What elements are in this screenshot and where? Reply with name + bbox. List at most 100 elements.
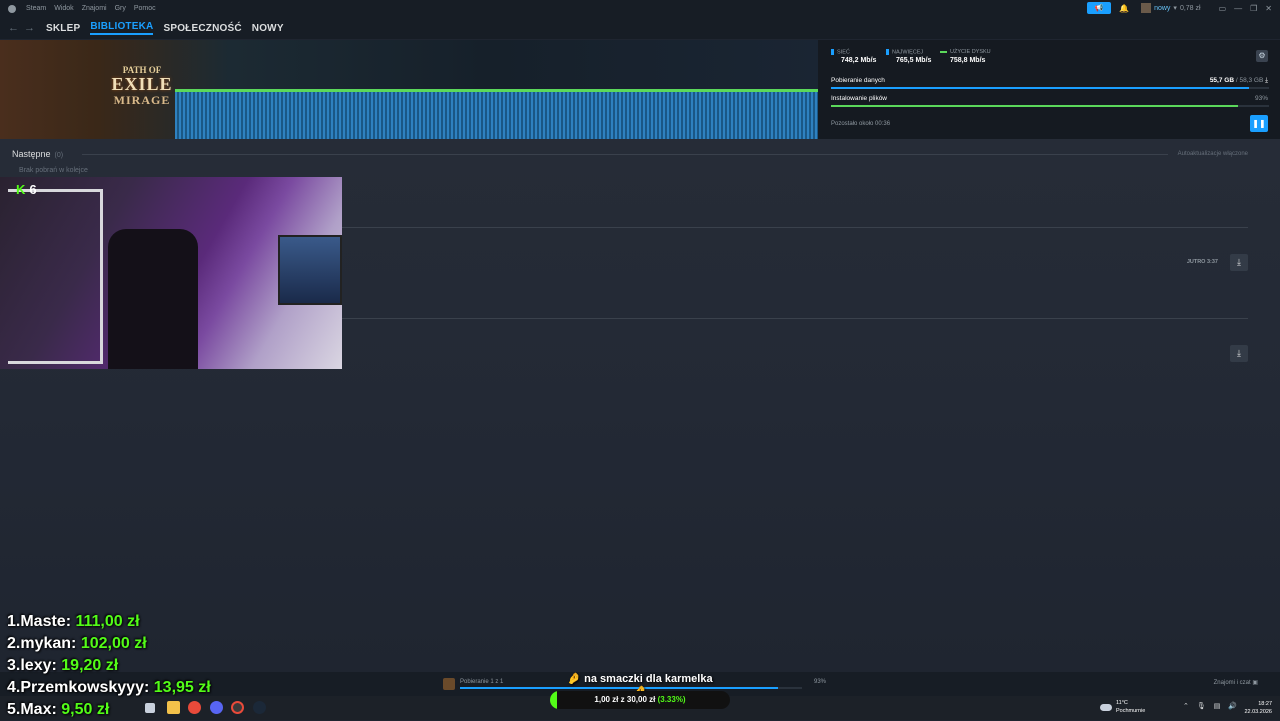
- download-icon: ⤓: [1237, 348, 1241, 358]
- leaderboard-amount: 111,00 zł: [75, 613, 140, 630]
- leaderboard-rank: 5.: [7, 701, 21, 718]
- download-now-button[interactable]: ⤓: [1230, 345, 1248, 362]
- announcements-button[interactable]: 📢: [1087, 2, 1112, 14]
- donation-current: 1,00 zł: [594, 695, 619, 704]
- weather-text: 11°C Pochmurnie: [1116, 699, 1145, 715]
- donation-sep: z: [620, 695, 625, 704]
- download-data-total: / 58,3 GB: [1235, 77, 1264, 84]
- back-arrow-icon[interactable]: ←: [8, 22, 20, 34]
- game-logo-line3: MIRAGE: [113, 92, 171, 107]
- network-swatch: [831, 49, 834, 55]
- leaderboard-rank: 2.: [7, 635, 21, 652]
- leaderboard-name: Max:: [20, 701, 57, 718]
- download-icon: ⤓: [1237, 257, 1241, 267]
- minimize-icon[interactable]: —: [1234, 4, 1242, 13]
- up-next-count: (0): [54, 152, 64, 159]
- clock-time: 18:27: [1258, 701, 1272, 707]
- auto-update-status[interactable]: Autoaktualizacje włączone: [1178, 151, 1248, 157]
- microphone-icon[interactable]: 🎙: [1197, 702, 1206, 710]
- network-icon[interactable]: ▤: [1214, 702, 1221, 710]
- nav-library[interactable]: BIBLIOTEKA: [90, 21, 154, 35]
- download-now-button[interactable]: ⤓: [1230, 254, 1248, 271]
- leaderboard-amount: 19,20 zł: [61, 657, 119, 674]
- download-data-label: Pobieranie danych: [831, 77, 885, 84]
- leaderboard-amount: 102,00 zł: [80, 635, 147, 652]
- account-menu[interactable]: nowy ▾ 0,78 zł: [1141, 3, 1201, 13]
- stat-network: SIEĆ 748,2 Mb/s: [831, 49, 876, 64]
- peak-swatch: [886, 49, 889, 55]
- leaderboard-row: 5.Max: 9,50 zł: [7, 699, 211, 721]
- big-picture-icon[interactable]: ▭: [1219, 4, 1227, 13]
- game-thumbnail[interactable]: [443, 678, 455, 690]
- install-label: Instalowanie plików: [831, 95, 888, 102]
- download-banner: PATH OF EXILE MIRAGE: [0, 40, 818, 139]
- donation-goal-bar: 1,00 zł z 30,00 zł (3.33%): [550, 691, 730, 709]
- leaderboard-name: mykan:: [20, 635, 77, 652]
- up-next-heading: Następne (0): [12, 149, 63, 159]
- system-tray: ⌃ 🎙 ▤ 🔊: [1183, 702, 1237, 710]
- download-data-current: 55,7 GB: [1209, 77, 1235, 84]
- stat-disk: UŻYCIE DYSKU 758,8 Mb/s: [940, 49, 991, 64]
- notifications-bell-icon[interactable]: 🔔: [1119, 4, 1129, 13]
- obs-icon[interactable]: [231, 701, 244, 714]
- menu-bar: Steam Widok Znajomi Gry Pomoc: [0, 0, 156, 17]
- download-icon: ⤓: [1265, 77, 1268, 84]
- bandwidth-graph: [175, 90, 818, 139]
- window-controls: 📢 🔔 nowy ▾ 0,78 zł ▭ — ❐ ✕: [1087, 2, 1272, 14]
- stat-network-value: 748,2 Mb/s: [841, 57, 877, 65]
- webcam-shelf: [8, 189, 103, 364]
- wallet-balance: 0,78 zł: [1179, 4, 1201, 12]
- avatar: [1141, 3, 1152, 13]
- kick-viewer-badge: K6: [16, 182, 37, 197]
- nav-store[interactable]: SKLEP: [46, 23, 80, 34]
- weather-temp: 11°C: [1116, 700, 1128, 706]
- forward-arrow-icon[interactable]: →: [24, 22, 36, 34]
- disk-usage-line: [175, 89, 818, 92]
- bottom-download-label[interactable]: Pobieranie 1 z 1: [460, 679, 503, 685]
- close-icon[interactable]: ✕: [1265, 4, 1272, 13]
- weather-widget[interactable]: 11°C Pochmurnie: [1100, 699, 1145, 715]
- webcam-monitor: [278, 235, 342, 305]
- leaderboard-amount: 9,50 zł: [61, 701, 110, 718]
- maximize-icon[interactable]: ❐: [1250, 4, 1257, 13]
- webcam-overlay: K6: [0, 177, 342, 369]
- chevron-up-icon[interactable]: ⌃: [1183, 702, 1189, 710]
- install-pct: 93%: [1254, 95, 1268, 102]
- game-logo[interactable]: PATH OF EXILE MIRAGE: [100, 56, 184, 116]
- donation-goal-text: 1,00 zł z 30,00 zł (3.33%): [550, 691, 730, 709]
- remaining-time: Pozostało około 00:36: [831, 121, 891, 127]
- menu-steam[interactable]: Steam: [26, 5, 46, 12]
- stat-peak: NAJWIĘCEJ 765,5 Mb/s: [886, 49, 931, 64]
- up-next-title: Następne: [12, 149, 51, 159]
- speaker-icon[interactable]: 🔊: [1228, 702, 1237, 710]
- cloud-icon: [1100, 703, 1112, 711]
- leaderboard-rank: 4.: [7, 679, 21, 696]
- discord-icon[interactable]: [210, 701, 223, 714]
- menu-games[interactable]: Gry: [115, 5, 126, 12]
- friends-chat-button[interactable]: Znajomi i czat ▣: [1214, 679, 1258, 686]
- viewer-count: 6: [29, 182, 37, 197]
- steam-taskbar-icon[interactable]: [253, 701, 266, 714]
- nav-community[interactable]: SPOŁECZNOŚĆ: [163, 23, 241, 34]
- row-divider: [342, 318, 1248, 319]
- nav-profile[interactable]: NOWY: [252, 23, 284, 34]
- menu-help[interactable]: Pomoc: [134, 5, 156, 12]
- donation-leaderboard: 1.Maste: 111,00 zł 2.mykan: 102,00 zł 3.le…: [7, 611, 211, 721]
- menu-view[interactable]: Widok: [54, 5, 73, 12]
- leaderboard-name: Maste:: [20, 613, 72, 630]
- title-bar: Steam Widok Znajomi Gry Pomoc 📢 🔔 nowy ▾…: [0, 0, 1280, 17]
- pause-button[interactable]: ❚❚: [1250, 115, 1268, 132]
- leaderboard-name: lexy:: [20, 657, 57, 674]
- download-data-amount: 55,7 GB / 58,3 GB ⤓: [1210, 77, 1268, 85]
- empty-queue-text: Brak pobrań w kolejce: [19, 167, 88, 174]
- download-settings-button[interactable]: ⚙: [1256, 50, 1268, 62]
- download-data-track: [831, 87, 1269, 89]
- clock[interactable]: 18:27 22.03.2026: [1244, 700, 1272, 716]
- stat-network-label: SIEĆ: [837, 49, 850, 56]
- stat-peak-value: 765,5 Mb/s: [896, 57, 932, 65]
- leaderboard-rank: 1.: [7, 613, 21, 630]
- clock-date: 22.03.2026: [1244, 709, 1272, 715]
- leaderboard-row: 3.lexy: 19,20 zł: [7, 655, 211, 677]
- menu-friends[interactable]: Znajomi: [82, 5, 107, 12]
- kick-logo-icon: K: [16, 182, 26, 197]
